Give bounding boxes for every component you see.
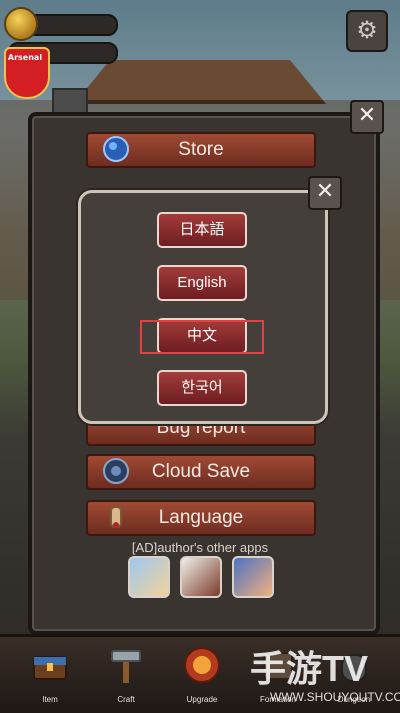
team-badge: Arsenal (4, 47, 50, 99)
chest-icon (33, 656, 67, 680)
close-icon: ✕ (357, 103, 377, 128)
language-option-label: 日本語 (179, 221, 225, 238)
settings-gear-button[interactable]: ⚙ (346, 10, 388, 52)
nav-item-craft[interactable]: Craft (86, 637, 166, 713)
scroll-icon (110, 506, 122, 528)
ad-app-3-icon[interactable] (232, 556, 274, 598)
ad-app-2-icon[interactable] (180, 556, 222, 598)
watermark-url: WWW.SHOUYOUTV.COM (270, 690, 400, 704)
language-option-english[interactable]: English (157, 265, 247, 301)
cloud-save-icon (103, 458, 129, 484)
selected-language-highlight (140, 320, 264, 354)
language-label: Language (158, 507, 244, 528)
ad-app-1-icon[interactable] (128, 556, 170, 598)
store-label: Store (178, 139, 224, 160)
watermark-logo: 手游TV (250, 648, 369, 689)
upgrade-orb-icon (184, 647, 220, 683)
ad-label: [AD]author's other apps (131, 540, 269, 555)
nav-label: Upgrade (186, 695, 218, 704)
settings-close-button[interactable]: ✕ (350, 100, 384, 134)
language-option-label: 한국어 (181, 379, 223, 396)
language-option-label: English (177, 274, 227, 291)
coin-icon (4, 7, 38, 41)
language-button[interactable]: Language (86, 500, 316, 536)
nav-label: Item (42, 695, 58, 704)
hammer-icon (111, 650, 141, 683)
nav-label: Craft (117, 695, 135, 704)
nav-item-item[interactable]: Item (10, 637, 90, 713)
gear-icon: ⚙ (356, 16, 378, 44)
cloud-save-label: Cloud Save (151, 461, 251, 482)
badge-text: Arsenal (7, 53, 43, 62)
cloud-save-button[interactable]: Cloud Save (86, 454, 316, 490)
globe-icon (103, 136, 129, 162)
close-icon: ✕ (315, 179, 335, 204)
nav-item-upgrade[interactable]: Upgrade (162, 637, 242, 713)
store-button[interactable]: Store (86, 132, 316, 168)
language-option-korean[interactable]: 한국어 (157, 370, 247, 406)
language-option-japanese[interactable]: 日本語 (157, 212, 247, 248)
language-dialog-close-button[interactable]: ✕ (308, 176, 342, 210)
